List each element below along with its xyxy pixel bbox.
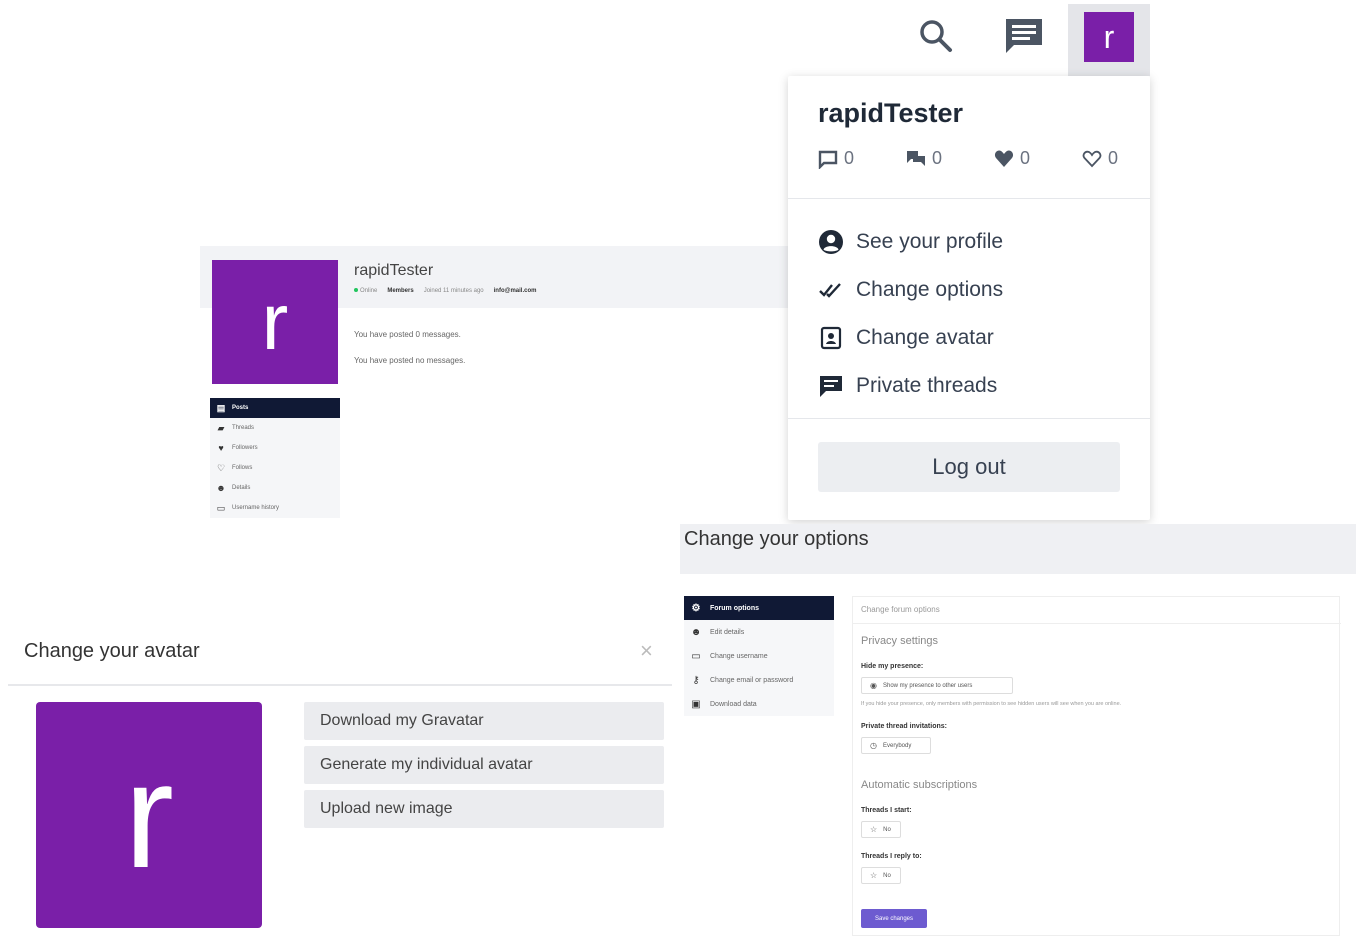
dropdown-divider	[788, 418, 1150, 419]
avatar-title: Change your avatar	[24, 640, 200, 662]
profile-nav-follows[interactable]: ♡ Follows	[210, 458, 340, 478]
form-header: Change forum options	[861, 605, 940, 614]
heart-icon	[994, 150, 1014, 167]
star-icon: ☆	[870, 825, 878, 834]
search-icon	[920, 20, 952, 52]
dropdown-divider	[788, 198, 1150, 199]
hide-presence-label: Hide my presence:	[861, 663, 924, 670]
gear-icon: ⚙	[691, 602, 701, 614]
hide-presence-help: If you hide your presence, only members …	[861, 701, 1122, 707]
profile-nav-threads[interactable]: ▰ Threads	[210, 418, 340, 438]
form-divider	[853, 623, 1341, 624]
threads-reply-select[interactable]: ☆ No	[861, 867, 901, 884]
heart-outline-icon: ♡	[216, 462, 226, 473]
menu-see-profile[interactable]: See your profile	[818, 218, 1003, 266]
profile-message-count: You have posted 0 messages.	[354, 330, 461, 339]
user-menu-toggle[interactable]: r	[1068, 4, 1150, 76]
monitor-icon: ▭	[216, 502, 226, 513]
chat-icon	[1006, 19, 1042, 53]
profile-message-empty: You have posted no messages.	[354, 356, 466, 365]
profile-side-nav: ▤ Posts ▰ Threads ♥ Followers ♡ Follows ☻ Det…	[210, 398, 340, 518]
options-nav-forum-options[interactable]: ⚙ Forum options	[684, 596, 834, 620]
menu-change-avatar[interactable]: Change avatar	[818, 314, 1003, 362]
avatar-panel: Change your avatar × r Download my Grava…	[8, 620, 672, 940]
avatar-icon	[820, 326, 842, 350]
forum-options-form: Change forum options Privacy settings Hi…	[852, 596, 1341, 936]
options-nav-change-username[interactable]: ▭ Change username	[684, 644, 834, 668]
avatar-divider	[8, 684, 672, 686]
threads-icon: ▰	[217, 422, 225, 433]
person-icon: ☻	[216, 483, 226, 493]
generate-avatar-button[interactable]: Generate my individual avatar	[304, 746, 664, 784]
star-icon: ☆	[870, 871, 878, 880]
options-nav-change-email[interactable]: ⚷ Change email or password	[684, 668, 834, 692]
monitor-icon: ▭	[691, 650, 701, 662]
double-check-icon	[819, 283, 841, 298]
heart-outline-icon	[1082, 150, 1102, 167]
menu-private-threads[interactable]: Private threads	[818, 362, 1003, 410]
threads-reply-label: Threads I reply to:	[861, 853, 922, 860]
profile-username: rapidTester	[354, 262, 434, 279]
profile-nav-followers[interactable]: ♥ Followers	[210, 438, 340, 458]
eye-icon: ◉	[870, 681, 877, 690]
private-threads-icon	[820, 376, 842, 397]
profile-status: Online	[354, 288, 377, 294]
threads-start-label: Threads I start:	[861, 807, 912, 814]
save-icon: ▣	[691, 698, 701, 710]
profile-nav-details[interactable]: ☻ Details	[210, 478, 340, 498]
person-icon: ☻	[690, 626, 702, 638]
options-panel: Change your options ⚙ Forum options ☻ Edit…	[680, 522, 1356, 940]
user-dropdown: rapidTester 0 0 0 0 See your profile Cha…	[788, 76, 1150, 520]
download-gravatar-button[interactable]: Download my Gravatar	[304, 702, 664, 740]
dropdown-menu: See your profile Change options Change a…	[818, 218, 1003, 410]
posts-icon	[818, 150, 838, 169]
hide-presence-select[interactable]: ◉ Show my presence to other users	[861, 677, 1013, 694]
navbar-avatar[interactable]: r	[1084, 12, 1134, 62]
online-dot-icon	[354, 288, 358, 292]
user-stats: 0 0 0 0	[818, 148, 1118, 169]
chat-button[interactable]	[1002, 16, 1046, 56]
profile-email: info@mail.com	[493, 288, 537, 294]
profile-joined: Joined 11 minutes ago	[423, 288, 484, 294]
menu-change-options[interactable]: Change options	[818, 266, 1003, 314]
close-icon[interactable]: ×	[640, 638, 653, 664]
private-thread-label: Private thread invitations:	[861, 723, 947, 730]
profile-panel: r rapidTester Online Members Joined 11 m…	[200, 246, 790, 518]
heart-icon: ♥	[218, 443, 224, 453]
avatar-preview: r	[36, 702, 262, 928]
threads-start-select[interactable]: ☆ No	[861, 821, 901, 838]
profile-icon	[819, 230, 843, 254]
stat-followers[interactable]: 0	[994, 148, 1030, 169]
stat-posts[interactable]: 0	[818, 148, 854, 169]
profile-avatar: r	[212, 260, 338, 384]
stat-follows[interactable]: 0	[1082, 148, 1118, 169]
options-nav-edit-details[interactable]: ☻ Edit details	[684, 620, 834, 644]
profile-meta: Online Members Joined 11 minutes ago inf…	[354, 288, 536, 294]
upload-image-button[interactable]: Upload new image	[304, 790, 664, 828]
save-changes-button[interactable]: Save changes	[861, 909, 927, 928]
profile-nav-posts[interactable]: ▤ Posts	[210, 398, 340, 418]
profile-rank[interactable]: Members	[387, 288, 413, 294]
subscriptions-section-title: Automatic subscriptions	[861, 779, 978, 791]
posts-icon: ▤	[216, 402, 226, 413]
search-button[interactable]	[914, 14, 958, 58]
key-icon: ⚷	[692, 674, 700, 686]
profile-nav-username-history[interactable]: ▭ Username history	[210, 498, 340, 518]
threads-icon	[906, 150, 925, 166]
private-thread-select[interactable]: ◷ Everybody	[861, 737, 931, 754]
options-side-nav: ⚙ Forum options ☻ Edit details ▭ Change use…	[684, 596, 834, 716]
stat-threads[interactable]: 0	[906, 148, 942, 169]
options-nav-download-data[interactable]: ▣ Download data	[684, 692, 834, 716]
clock-icon: ◷	[870, 741, 877, 750]
logout-button[interactable]: Log out	[818, 442, 1120, 492]
privacy-section-title: Privacy settings	[861, 635, 939, 647]
options-title: Change your options	[684, 528, 869, 550]
dropdown-username[interactable]: rapidTester	[818, 98, 963, 129]
